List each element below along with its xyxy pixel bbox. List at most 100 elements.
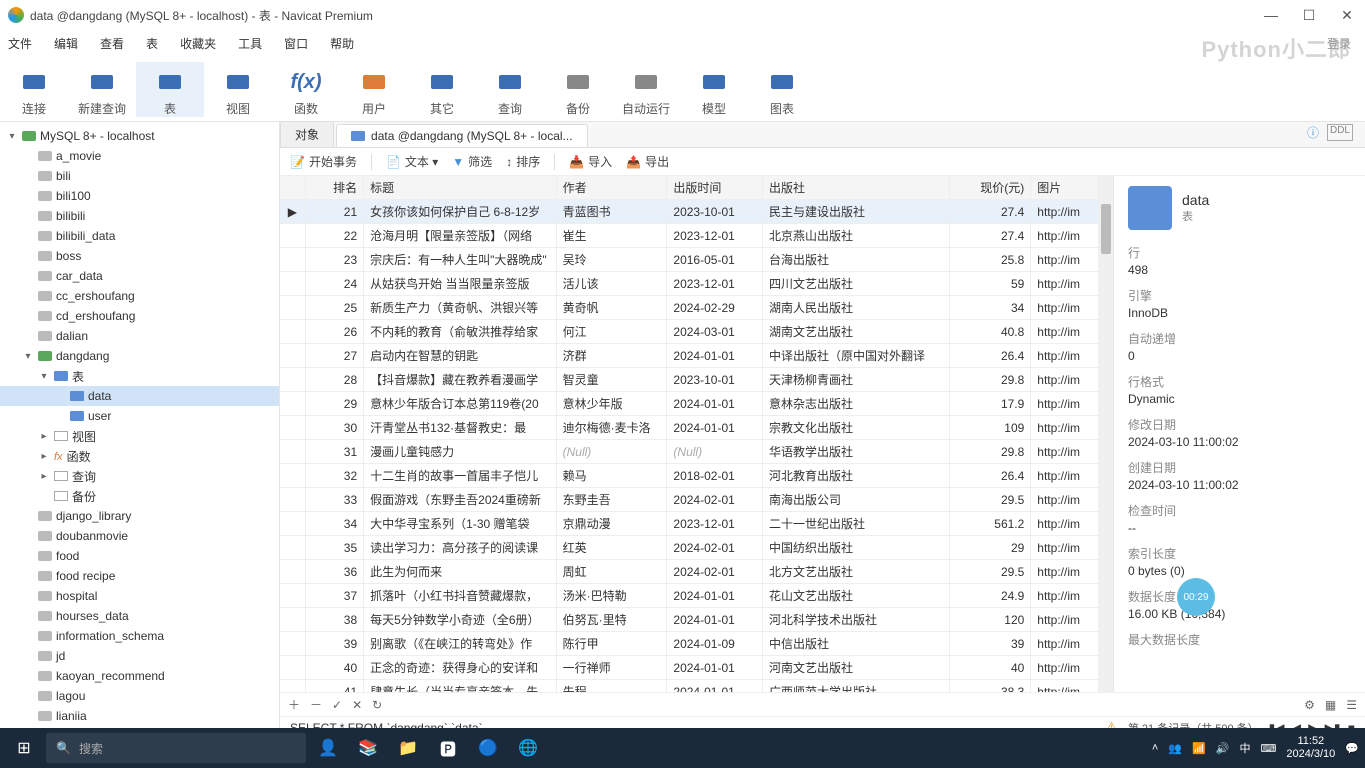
refresh-button[interactable]: ↻ [372, 698, 382, 712]
twisty-icon[interactable]: ▾ [38, 371, 50, 382]
grid-view-icon[interactable]: ▦ [1325, 698, 1336, 712]
tree-item-hourses_data[interactable]: hourses_data [0, 606, 279, 626]
table-row[interactable]: 34大中华寻宝系列（1-30 赠笔袋京鼎动漫2023-12-01二十一世纪出版社… [280, 512, 1099, 536]
table-row[interactable]: 32十二生肖的故事一首届丰子恺儿赖马2018-02-01河北教育出版社26.4h… [280, 464, 1099, 488]
column-header[interactable]: 作者 [556, 176, 667, 200]
cancel-button[interactable]: ✕ [352, 698, 362, 712]
export-button[interactable]: 📤 导出 [626, 153, 669, 170]
filter-button[interactable]: ▼ 筛选 [452, 153, 492, 170]
tree-item-data[interactable]: data [0, 386, 279, 406]
column-header[interactable]: 现价(元) [949, 176, 1031, 200]
tree-item-food[interactable]: food [0, 546, 279, 566]
tray-chevron-icon[interactable]: ˄ [1152, 742, 1158, 754]
toolbar-自动运行[interactable]: 自动运行 [612, 62, 680, 117]
tree-item-bili100[interactable]: bili100 [0, 186, 279, 206]
tray-clock[interactable]: 11:52 2024/3/10 [1286, 735, 1335, 761]
menu-view[interactable]: 查看 [100, 35, 124, 52]
table-row[interactable]: 24从姑获鸟开始 当当限量亲签版活儿该2023-12-01四川文艺出版社59ht… [280, 272, 1099, 296]
menu-favorites[interactable]: 收藏夹 [180, 35, 216, 52]
toolbar-函数[interactable]: f(x)函数 [272, 62, 340, 117]
tree-item-备份[interactable]: 备份 [0, 486, 279, 506]
table-row[interactable]: 22沧海月明【限量亲签版】（网络崔生2023-12-01北京燕山出版社27.4h… [280, 224, 1099, 248]
toolbar-新建查询[interactable]: 新建查询 [68, 62, 136, 117]
tree-item-视图[interactable]: ▸视图 [0, 426, 279, 446]
tray-people-icon[interactable]: 👥 [1168, 742, 1182, 755]
twisty-icon[interactable]: ▾ [22, 351, 34, 362]
tray-volume-icon[interactable]: 🔊 [1216, 742, 1230, 755]
tree-item-MySQL 8+ - localhost[interactable]: ▾MySQL 8+ - localhost [0, 126, 279, 146]
tree-item-doubanmovie[interactable]: doubanmovie [0, 526, 279, 546]
tree-item-kaoyan_recommend[interactable]: kaoyan_recommend [0, 666, 279, 686]
tray-wifi-icon[interactable]: 📶 [1192, 742, 1206, 755]
data-grid[interactable]: 排名标题作者出版时间出版社现价(元)图片▶21女孩你该如何保护自己 6-8-12… [280, 176, 1099, 692]
begin-tx-button[interactable]: 📝 开始事务 [290, 153, 357, 170]
taskbar-explorer[interactable]: 📁 [390, 733, 426, 763]
twisty-icon[interactable]: ▸ [38, 451, 50, 462]
table-row[interactable]: 35读出学习力：高分孩子的阅读课红英2024-02-01中国纺织出版社29htt… [280, 536, 1099, 560]
tree-item-a_movie[interactable]: a_movie [0, 146, 279, 166]
tree-item-dalian[interactable]: dalian [0, 326, 279, 346]
table-row[interactable]: 25新质生产力（黄奇帆、洪银兴等黄奇帆2024-02-29湖南人民出版社34ht… [280, 296, 1099, 320]
table-row[interactable]: 27启动内在智慧的钥匙济群2024-01-01中译出版社（原中国对外翻译26.4… [280, 344, 1099, 368]
tray-notifications-icon[interactable]: 💬 [1345, 742, 1359, 755]
table-row[interactable]: 26不内耗的教育（俞敏洪推荐给家何江2024-03-01湖南文艺出版社40.8h… [280, 320, 1099, 344]
twisty-icon[interactable]: ▾ [6, 131, 18, 142]
twisty-icon[interactable]: ▸ [38, 471, 50, 482]
tree-item-cd_ershoufang[interactable]: cd_ershoufang [0, 306, 279, 326]
maximize-button[interactable]: ☐ [1299, 7, 1319, 24]
apply-button[interactable]: ✓ [332, 698, 342, 712]
menu-tools[interactable]: 工具 [238, 35, 262, 52]
toolbar-查询[interactable]: 查询 [476, 62, 544, 117]
column-header[interactable] [280, 176, 305, 200]
tree-item-dangdang[interactable]: ▾dangdang [0, 346, 279, 366]
tree-item-表[interactable]: ▾表 [0, 366, 279, 386]
minimize-button[interactable]: — [1261, 7, 1281, 24]
menu-edit[interactable]: 编辑 [54, 35, 78, 52]
taskbar-pycharm[interactable]: 🅿 [430, 733, 466, 763]
taskbar-edge[interactable]: 🌐 [510, 733, 546, 763]
tree-item-bilibili[interactable]: bilibili [0, 206, 279, 226]
system-tray[interactable]: ˄ 👥 📶 🔊 中 ⌨ 11:52 2024/3/10 💬 [1152, 735, 1359, 761]
tree-item-information_schema[interactable]: information_schema [0, 626, 279, 646]
info-icon[interactable]: ⓘ [1307, 124, 1319, 141]
vertical-scrollbar[interactable] [1099, 176, 1113, 692]
tree-item-car_data[interactable]: car_data [0, 266, 279, 286]
tree-item-lianiia[interactable]: lianiia [0, 706, 279, 726]
import-button[interactable]: 📥 导入 [569, 153, 612, 170]
table-row[interactable]: 36此生为何而来周虹2024-02-01北方文艺出版社29.5http://im [280, 560, 1099, 584]
tray-ime[interactable]: 中 [1239, 740, 1250, 756]
column-header[interactable]: 标题 [364, 176, 556, 200]
toolbar-视图[interactable]: 视图 [204, 62, 272, 117]
toolbar-连接[interactable]: 连接 [0, 62, 68, 117]
start-button[interactable]: ⊞ [6, 733, 42, 763]
tree-item-bili[interactable]: bili [0, 166, 279, 186]
taskbar-app-1[interactable]: 👤 [310, 733, 346, 763]
tree-item-food recipe[interactable]: food recipe [0, 566, 279, 586]
nav-tree[interactable]: ▾MySQL 8+ - localhosta_moviebilibili100b… [0, 122, 280, 738]
taskbar-navicat[interactable]: 🔵 [470, 733, 506, 763]
toolbar-模型[interactable]: 模型 [680, 62, 748, 117]
tray-keyboard-icon[interactable]: ⌨ [1260, 742, 1276, 755]
windows-taskbar[interactable]: ⊞ 🔍 搜索 👤 📚 📁 🅿 🔵 🌐 ˄ 👥 📶 🔊 中 ⌨ 11:52 202… [0, 728, 1365, 768]
taskbar-search[interactable]: 🔍 搜索 [46, 733, 306, 763]
toolbar-图表[interactable]: 图表 [748, 62, 816, 117]
tree-item-boss[interactable]: boss [0, 246, 279, 266]
column-header[interactable]: 出版时间 [667, 176, 763, 200]
menu-window[interactable]: 窗口 [284, 35, 308, 52]
tab-objects[interactable]: 对象 [280, 121, 334, 147]
toolbar-其它[interactable]: 其它 [408, 62, 476, 117]
tree-item-user[interactable]: user [0, 406, 279, 426]
table-row[interactable]: 28【抖音爆款】藏在教养看漫画学智灵童2023-10-01天津杨柳青画社29.8… [280, 368, 1099, 392]
twisty-icon[interactable]: ▸ [38, 431, 50, 442]
table-row[interactable]: 37抓落叶（小红书抖音赞藏爆款，汤米·巴特勒2024-01-01花山文艺出版社2… [280, 584, 1099, 608]
toolbar-表[interactable]: 表 [136, 62, 204, 117]
table-row[interactable]: 41肆意生长（当当专享亲签本，先先程2024-01-01广西师范大学出版社38.… [280, 680, 1099, 693]
sort-button[interactable]: ↕ 排序 [506, 153, 540, 170]
table-row[interactable]: 23宗庆后：有一种人生叫"大器晩成"吴玲2016-05-01台海出版社25.8h… [280, 248, 1099, 272]
table-row[interactable]: ▶21女孩你该如何保护自己 6-8-12岁青蓝图书2023-10-01民主与建设… [280, 200, 1099, 224]
column-header[interactable]: 图片 [1031, 176, 1099, 200]
table-row[interactable]: 39别离歌（《在峡江的转弯处》作陈行甲2024-01-09中信出版社39http… [280, 632, 1099, 656]
close-button[interactable]: ✕ [1337, 7, 1357, 24]
tree-item-bilibili_data[interactable]: bilibili_data [0, 226, 279, 246]
tree-item-hospital[interactable]: hospital [0, 586, 279, 606]
